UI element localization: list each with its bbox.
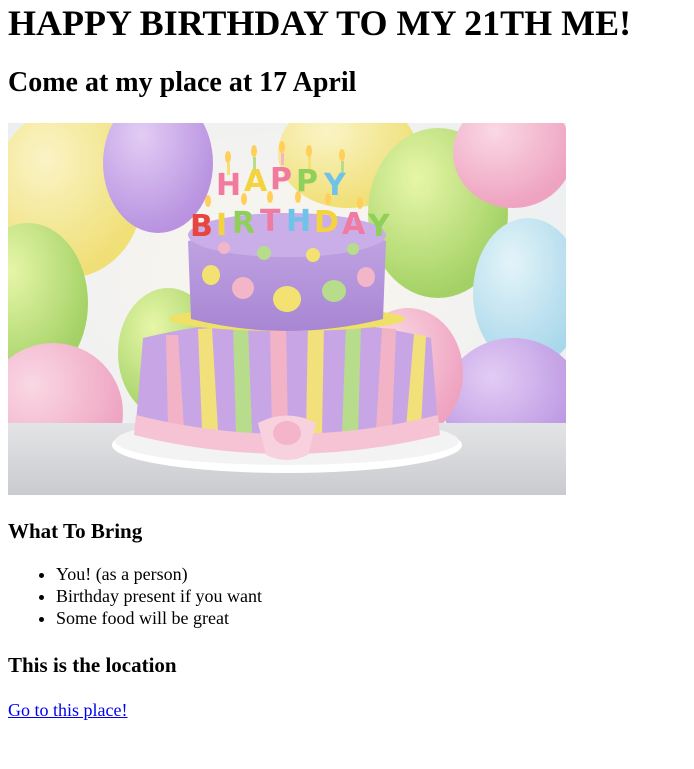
svg-text:P: P bbox=[296, 164, 318, 199]
svg-text:A: A bbox=[244, 164, 268, 199]
what-to-bring-heading: What To Bring bbox=[8, 519, 143, 543]
svg-text:A: A bbox=[342, 207, 366, 242]
svg-text:T: T bbox=[260, 204, 281, 239]
list-item: Birthday present if you want bbox=[56, 585, 686, 607]
svg-text:B: B bbox=[190, 209, 213, 244]
svg-text:P: P bbox=[270, 162, 292, 197]
list-item: You! (as a person) bbox=[56, 563, 686, 585]
page-title: HAPPY BIRTHDAY TO MY 21TH ME! bbox=[8, 3, 632, 43]
location-link[interactable]: Go to this place! bbox=[8, 699, 127, 721]
svg-text:I: I bbox=[216, 208, 227, 243]
page-subtitle: Come at my place at 17 April bbox=[8, 67, 357, 98]
svg-text:D: D bbox=[314, 205, 339, 240]
page: HAPPY BIRTHDAY TO MY 21TH ME! Come at my… bbox=[0, 0, 694, 721]
cake-bottom-tier bbox=[134, 320, 440, 460]
svg-text:Y: Y bbox=[323, 168, 347, 203]
svg-text:H: H bbox=[216, 168, 241, 203]
list-item: Some food will be great bbox=[56, 607, 686, 629]
svg-text:R: R bbox=[232, 206, 255, 241]
birthday-cake-image: H A P P Y B I R T H D A Y bbox=[8, 123, 566, 495]
location-heading: This is the location bbox=[8, 653, 177, 677]
bring-list: You! (as a person) Birthday present if y… bbox=[8, 563, 686, 629]
svg-text:Y: Y bbox=[367, 209, 391, 244]
svg-text:H: H bbox=[286, 204, 311, 239]
